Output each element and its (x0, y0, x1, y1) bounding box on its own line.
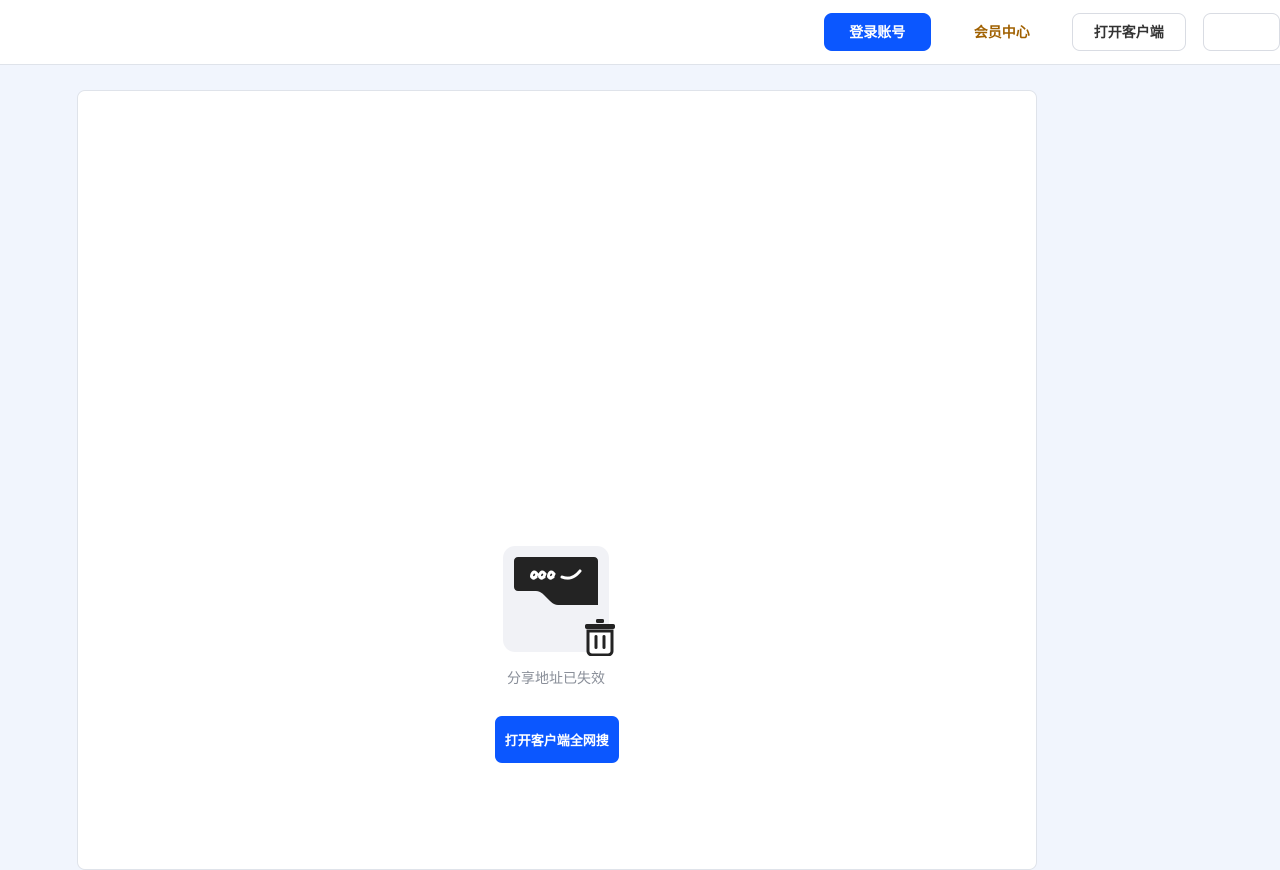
top-bar: 登录账号 会员中心 打开客户端 (0, 0, 1280, 65)
member-center-button[interactable]: 会员中心 (950, 13, 1054, 51)
open-client-search-button[interactable]: 打开客户端全网搜 (495, 716, 619, 763)
open-client-button[interactable]: 打开客户端 (1072, 13, 1186, 51)
link-tag-icon (514, 557, 598, 605)
share-expired-message: 分享地址已失效 (507, 671, 605, 687)
trash-icon (585, 619, 615, 656)
empty-state-illustration (503, 546, 619, 658)
blank-button[interactable] (1203, 13, 1280, 51)
login-button[interactable]: 登录账号 (824, 13, 931, 51)
